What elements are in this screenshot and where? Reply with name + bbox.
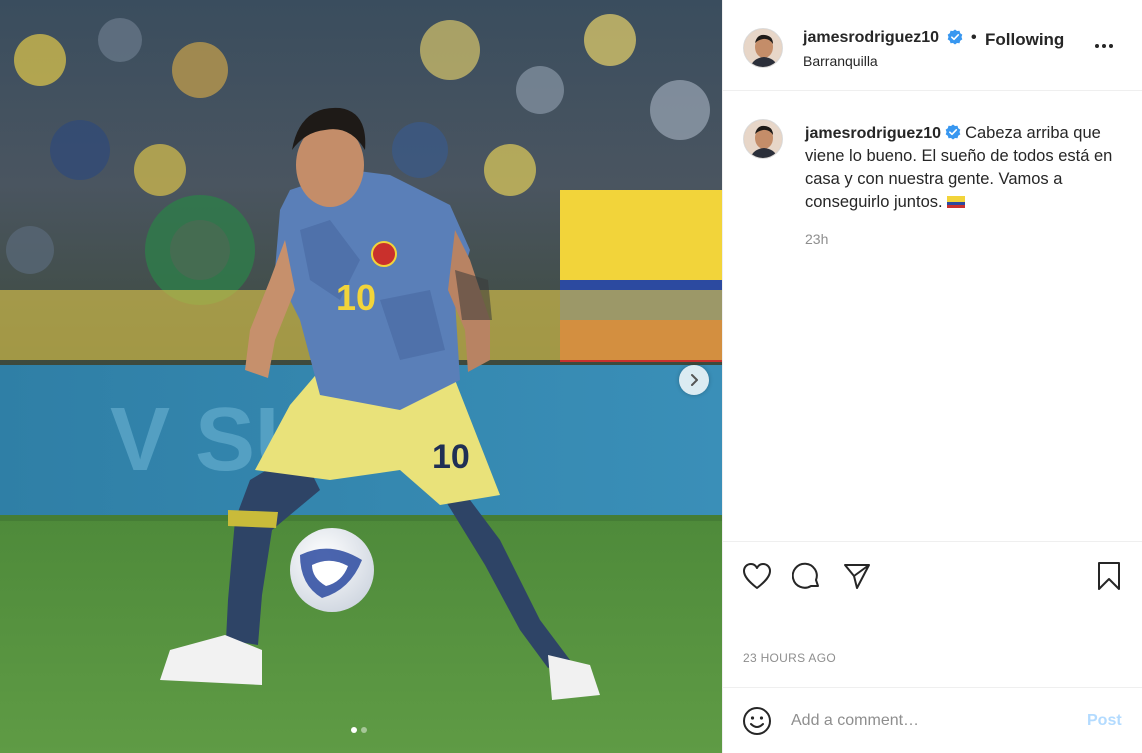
post-photo: V SU 10 10: [0, 0, 722, 753]
post-timestamp[interactable]: 23 HOURS AGO: [743, 651, 836, 665]
carousel-dot-active: [351, 727, 357, 733]
add-comment-bar: Post: [723, 687, 1142, 753]
comment-input[interactable]: [791, 708, 1071, 734]
post-actions: [723, 541, 1142, 607]
shirt-number: 10: [336, 277, 376, 318]
next-image-button[interactable]: [679, 365, 709, 395]
author-username[interactable]: jamesrodriguez10: [803, 29, 939, 47]
comment-bubble-icon[interactable]: [791, 560, 823, 592]
following-button[interactable]: Following: [985, 30, 1064, 50]
smiley-icon[interactable]: [741, 705, 773, 737]
post-container: V SU 10 10 jamesrodriguez10 • Following …: [0, 0, 1142, 753]
caption-author-avatar[interactable]: [743, 119, 783, 159]
bookmark-icon[interactable]: [1093, 560, 1125, 592]
paper-plane-icon[interactable]: [841, 560, 873, 592]
separator-dot: •: [971, 29, 977, 46]
author-avatar[interactable]: [743, 28, 783, 68]
carousel-indicator: [351, 727, 367, 733]
verified-badge-icon: [945, 124, 961, 140]
caption-time-ago[interactable]: 23h: [805, 231, 828, 247]
post-comment-button[interactable]: Post: [1087, 712, 1122, 730]
caption-body: jamesrodriguez10 Cabeza arriba que viene…: [805, 122, 1135, 214]
post-media[interactable]: V SU 10 10: [0, 0, 722, 753]
post-side-panel: jamesrodriguez10 • Following Barranquill…: [722, 0, 1142, 753]
avatar-image: [744, 120, 782, 158]
verified-badge-icon: [947, 29, 963, 45]
more-options-icon[interactable]: [1095, 38, 1119, 54]
caption-username[interactable]: jamesrodriguez10: [805, 125, 941, 142]
post-header: jamesrodriguez10 • Following Barranquill…: [723, 0, 1142, 91]
colombia-flag-emoji: [946, 196, 965, 208]
avatar-image: [744, 29, 782, 67]
chevron-right-icon: [691, 374, 698, 386]
post-location[interactable]: Barranquilla: [803, 53, 878, 69]
carousel-dot: [361, 727, 367, 733]
heart-icon[interactable]: [741, 560, 773, 592]
shorts-number: 10: [432, 438, 470, 476]
